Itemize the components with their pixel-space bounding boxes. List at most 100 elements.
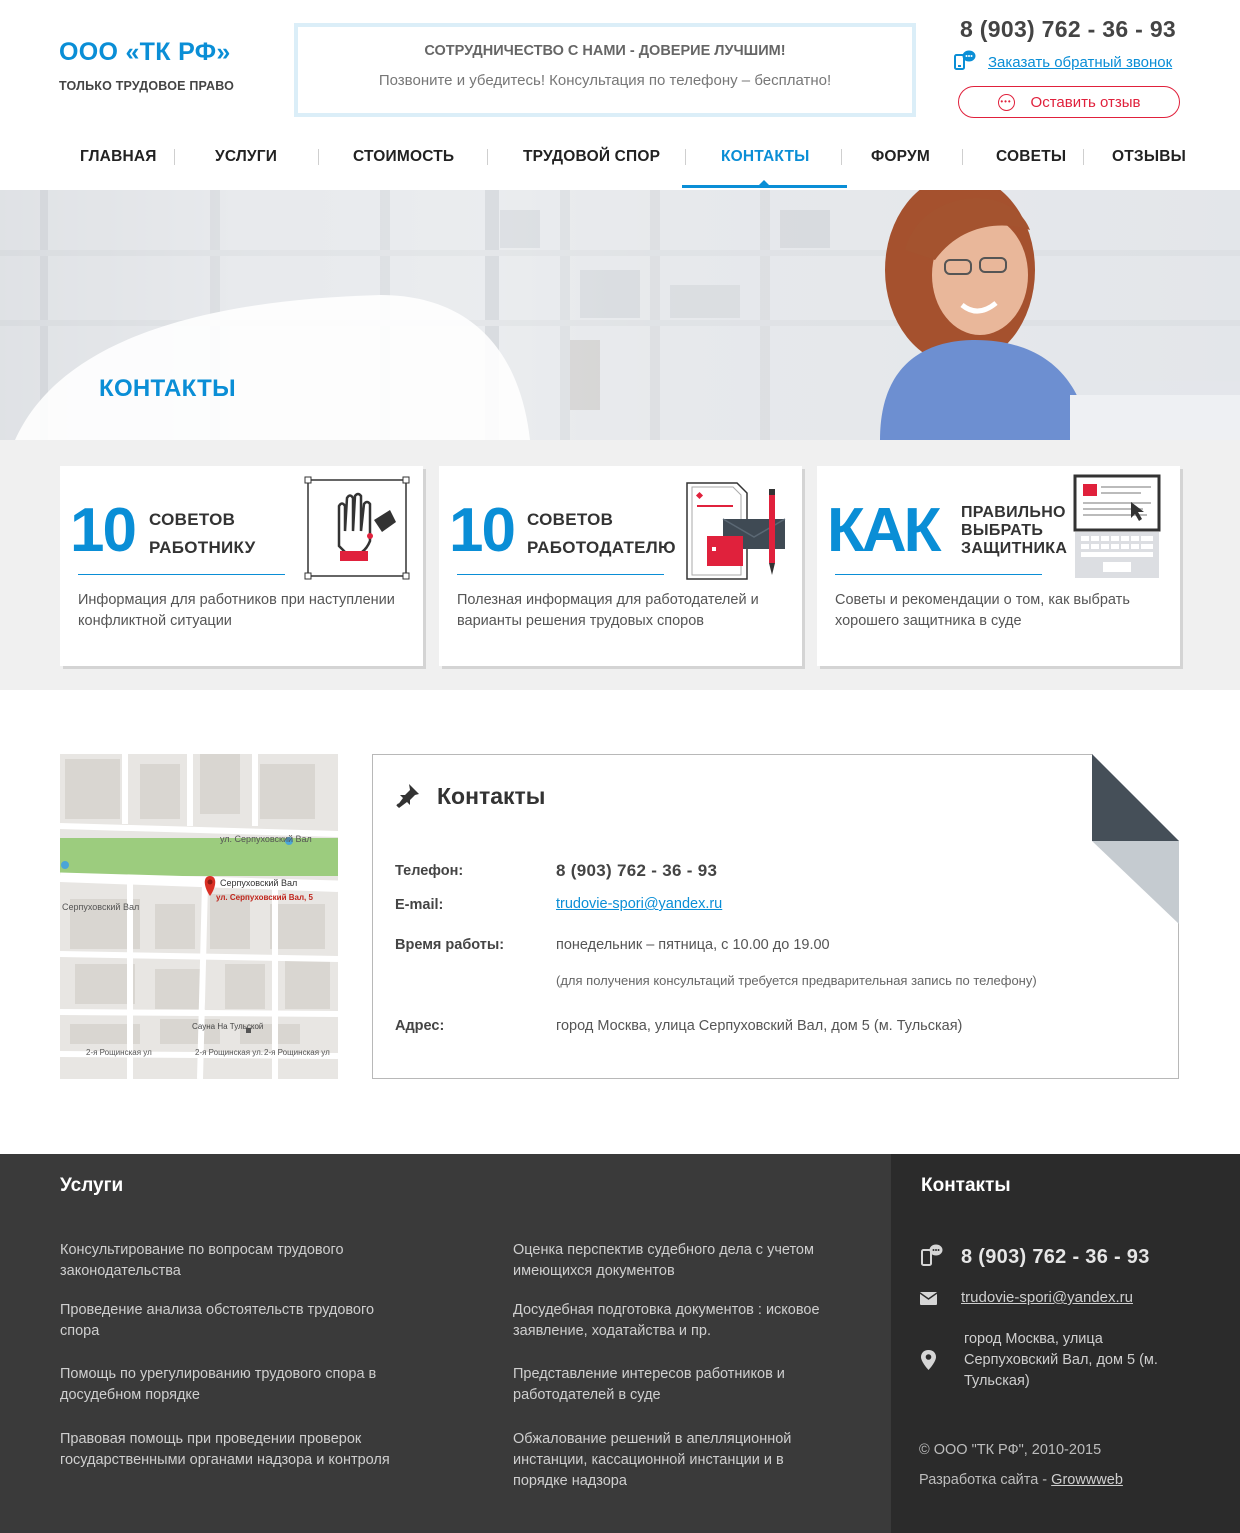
footer-services-title: Услуги [60,1175,124,1196]
card-big-word: КАК [827,496,941,565]
footer-service-link[interactable]: Консультирование по вопросам трудового з… [60,1240,390,1282]
map-street-label: 2-я Рощинская ул [86,1048,152,1057]
nav-separator [318,149,319,165]
promo-text: Позвоните и убедитесь! Консультация по т… [378,72,832,89]
nav-item-pricing[interactable]: СТОИМОСТЬ [353,148,454,166]
hours-note: (для получения консультаций требуется пр… [556,973,1037,988]
leave-review-label: Оставить отзыв [1030,93,1141,111]
map-marker-label: ул. Серпуховский Вал, 5 [216,893,313,902]
main-nav: ГЛАВНАЯ УСЛУГИ СТОИМОСТЬ ТРУДОВОЙ СПОР К… [0,140,1240,190]
card-divider [457,574,664,575]
tips-card-defender[interactable]: КАК ПРАВИЛЬНО ВЫБРАТЬ ЗАЩИТНИКА Советы и… [817,466,1180,666]
nav-item-services[interactable]: УСЛУГИ [215,148,277,166]
tips-card-employee[interactable]: 10 СОВЕТОВ РАБОТНИКУ Информация для рабо… [60,466,423,666]
card-divider [835,574,1042,575]
map-poi-label: Сауна На Тульской [192,1022,264,1031]
nav-separator [685,149,686,165]
chat-bubble-icon: ••• [997,93,1015,111]
location-map[interactable]: ул. Серпуховский Вал Серпуховский Вал Се… [60,754,338,1079]
footer-service-link[interactable]: Проведение анализа обстоятельств трудово… [60,1300,390,1342]
card-description: Советы и рекомендации о том, как выбрать… [835,592,1130,629]
card-heading-line: СОВЕТОВ [527,510,614,529]
phone-chat-icon [954,49,976,76]
hand-paint-icon [304,476,410,580]
leave-review-button[interactable]: ••• Оставить отзыв [958,86,1180,118]
footer-service-link[interactable]: Досудебная подготовка документов : исков… [513,1300,843,1342]
nav-item-labor-dispute[interactable]: ТРУДОВОЙ СПОР [523,148,660,166]
callback-link-group[interactable]: Заказать обратный звонок [954,49,1172,76]
footer-copyright: © ООО "ТК РФ", 2010-2015 [919,1442,1102,1458]
tips-card-employer[interactable]: 10 СОВЕТОВ РАБОТОДАТЕЛЮ Полезная информа… [439,466,802,666]
footer-phone[interactable]: 8 (903) 762 - 36 - 93 [961,1246,1150,1269]
footer-service-link[interactable]: Помощь по урегулированию трудового спора… [60,1364,390,1406]
nav-item-home[interactable]: ГЛАВНАЯ [80,148,157,166]
nav-active-underline [682,185,847,188]
card-heading-line: ВЫБРАТЬ [961,522,1044,539]
card-heading-line: ПРАВИЛЬНО [961,504,1066,521]
card-description: Информация для работников при наступлени… [78,592,395,629]
footer-developer: Разработка сайта - Growwweb [919,1472,1123,1488]
map-street-label: 2-я Рощинская ул [264,1048,330,1057]
card-heading-line: РАБОТОДАТЕЛЮ [527,538,676,557]
card-big-number: 10 [70,496,137,565]
promo-box: СОТРУДНИЧЕСТВО С НАМИ - ДОВЕРИЕ ЛУЧШИМ! … [294,23,916,117]
map-street-label: Серпуховский Вал [220,878,298,888]
callback-link[interactable]: Заказать обратный звонок [988,54,1172,71]
map-street-label: 2-я Рощинская ул. [195,1048,263,1057]
nav-item-contacts[interactable]: КОНТАКТЫ [721,148,810,166]
developer-link[interactable]: Growwweb [1051,1472,1123,1488]
address-value: город Москва, улица Серпуховский Вал, до… [556,1018,963,1034]
card-heading: ПРАВИЛЬНО ВЫБРАТЬ ЗАЩИТНИКА [961,504,1067,558]
footer-service-link[interactable]: Правовая помощь при проведении проверок … [60,1429,390,1471]
promo-title: СОТРУДНИЧЕСТВО С НАМИ - ДОВЕРИЕ ЛУЧШИМ! [424,43,786,59]
address-label: Адрес: [395,1018,445,1034]
location-pin-icon [921,1350,936,1370]
footer-email-link[interactable]: trudovie-spori@yandex.ru [961,1289,1133,1306]
card-heading-line: СОВЕТОВ [149,510,236,529]
footer-address: город Москва, улица Серпуховский Вал, до… [964,1331,1158,1389]
footer-developer-prefix: Разработка сайта - [919,1472,1052,1488]
footer-service-link[interactable]: Обжалование решений в апелляционной инст… [513,1429,823,1492]
email-label: E-mail: [395,897,444,913]
documents-pen-icon [686,482,786,580]
hours-value: понедельник – пятница, с 10.00 до 19.00 [556,937,830,953]
footer-contacts-title: Контакты [921,1175,1011,1196]
logo[interactable]: ООО «ТК РФ» ТОЛЬКО ТРУДОВОЕ ПРАВО [59,38,234,93]
company-tagline: ТОЛЬКО ТРУДОВОЕ ПРАВО [59,79,235,93]
card-heading-line: ЗАЩИТНИКА [961,540,1068,557]
map-street-label: ул. Серпуховский Вал [220,834,312,844]
nav-item-tips[interactable]: СОВЕТЫ [996,148,1066,166]
page-title: КОНТАКТЫ [99,375,236,402]
card-description: Полезная информация для работодателей и … [457,592,759,629]
nav-separator [1083,149,1084,165]
company-name: ООО «ТК РФ» [59,38,231,66]
footer-service-link[interactable]: Представление интересов работников и раб… [513,1364,843,1406]
nav-separator [487,149,488,165]
hours-label: Время работы: [395,937,505,953]
card-heading-line: РАБОТНИКУ [149,538,256,557]
footer: Услуги Консультирование по вопросам труд… [0,1154,1240,1533]
nav-item-reviews[interactable]: ОТЗЫВЫ [1112,148,1186,166]
hero-banner: КОНТАКТЫ [0,190,1240,440]
map-street-label: Серпуховский Вал [62,902,140,912]
card-big-number: 10 [449,496,516,565]
nav-separator [174,149,175,165]
email-link[interactable]: trudovie-spori@yandex.ru [556,896,722,912]
nav-separator [962,149,963,165]
phone-value[interactable]: 8 (903) 762 - 36 - 93 [556,861,717,881]
card-heading: СОВЕТОВ РАБОТНИКУ [149,506,256,562]
contacts-panel: Контакты Телефон: 8 (903) 762 - 36 - 93 … [372,754,1179,1079]
envelope-icon [920,1292,937,1305]
contacts-title: Контакты [437,783,546,809]
footer-service-link[interactable]: Оценка перспектив судебного дела с учето… [513,1240,843,1282]
phone-chat-icon [921,1244,943,1266]
header-phone[interactable]: 8 (903) 762 - 36 - 93 [960,16,1176,43]
laptop-icon [1073,474,1161,578]
nav-item-forum[interactable]: ФОРУМ [871,148,930,166]
card-divider [78,574,285,575]
phone-label: Телефон: [395,863,464,879]
card-heading: СОВЕТОВ РАБОТОДАТЕЛЮ [527,506,676,562]
footer-contacts: Контакты 8 (903) 762 - 36 - 93 trudovie-… [891,1154,1240,1533]
page-corner-decoration [1092,754,1179,924]
pushpin-icon [396,784,419,808]
